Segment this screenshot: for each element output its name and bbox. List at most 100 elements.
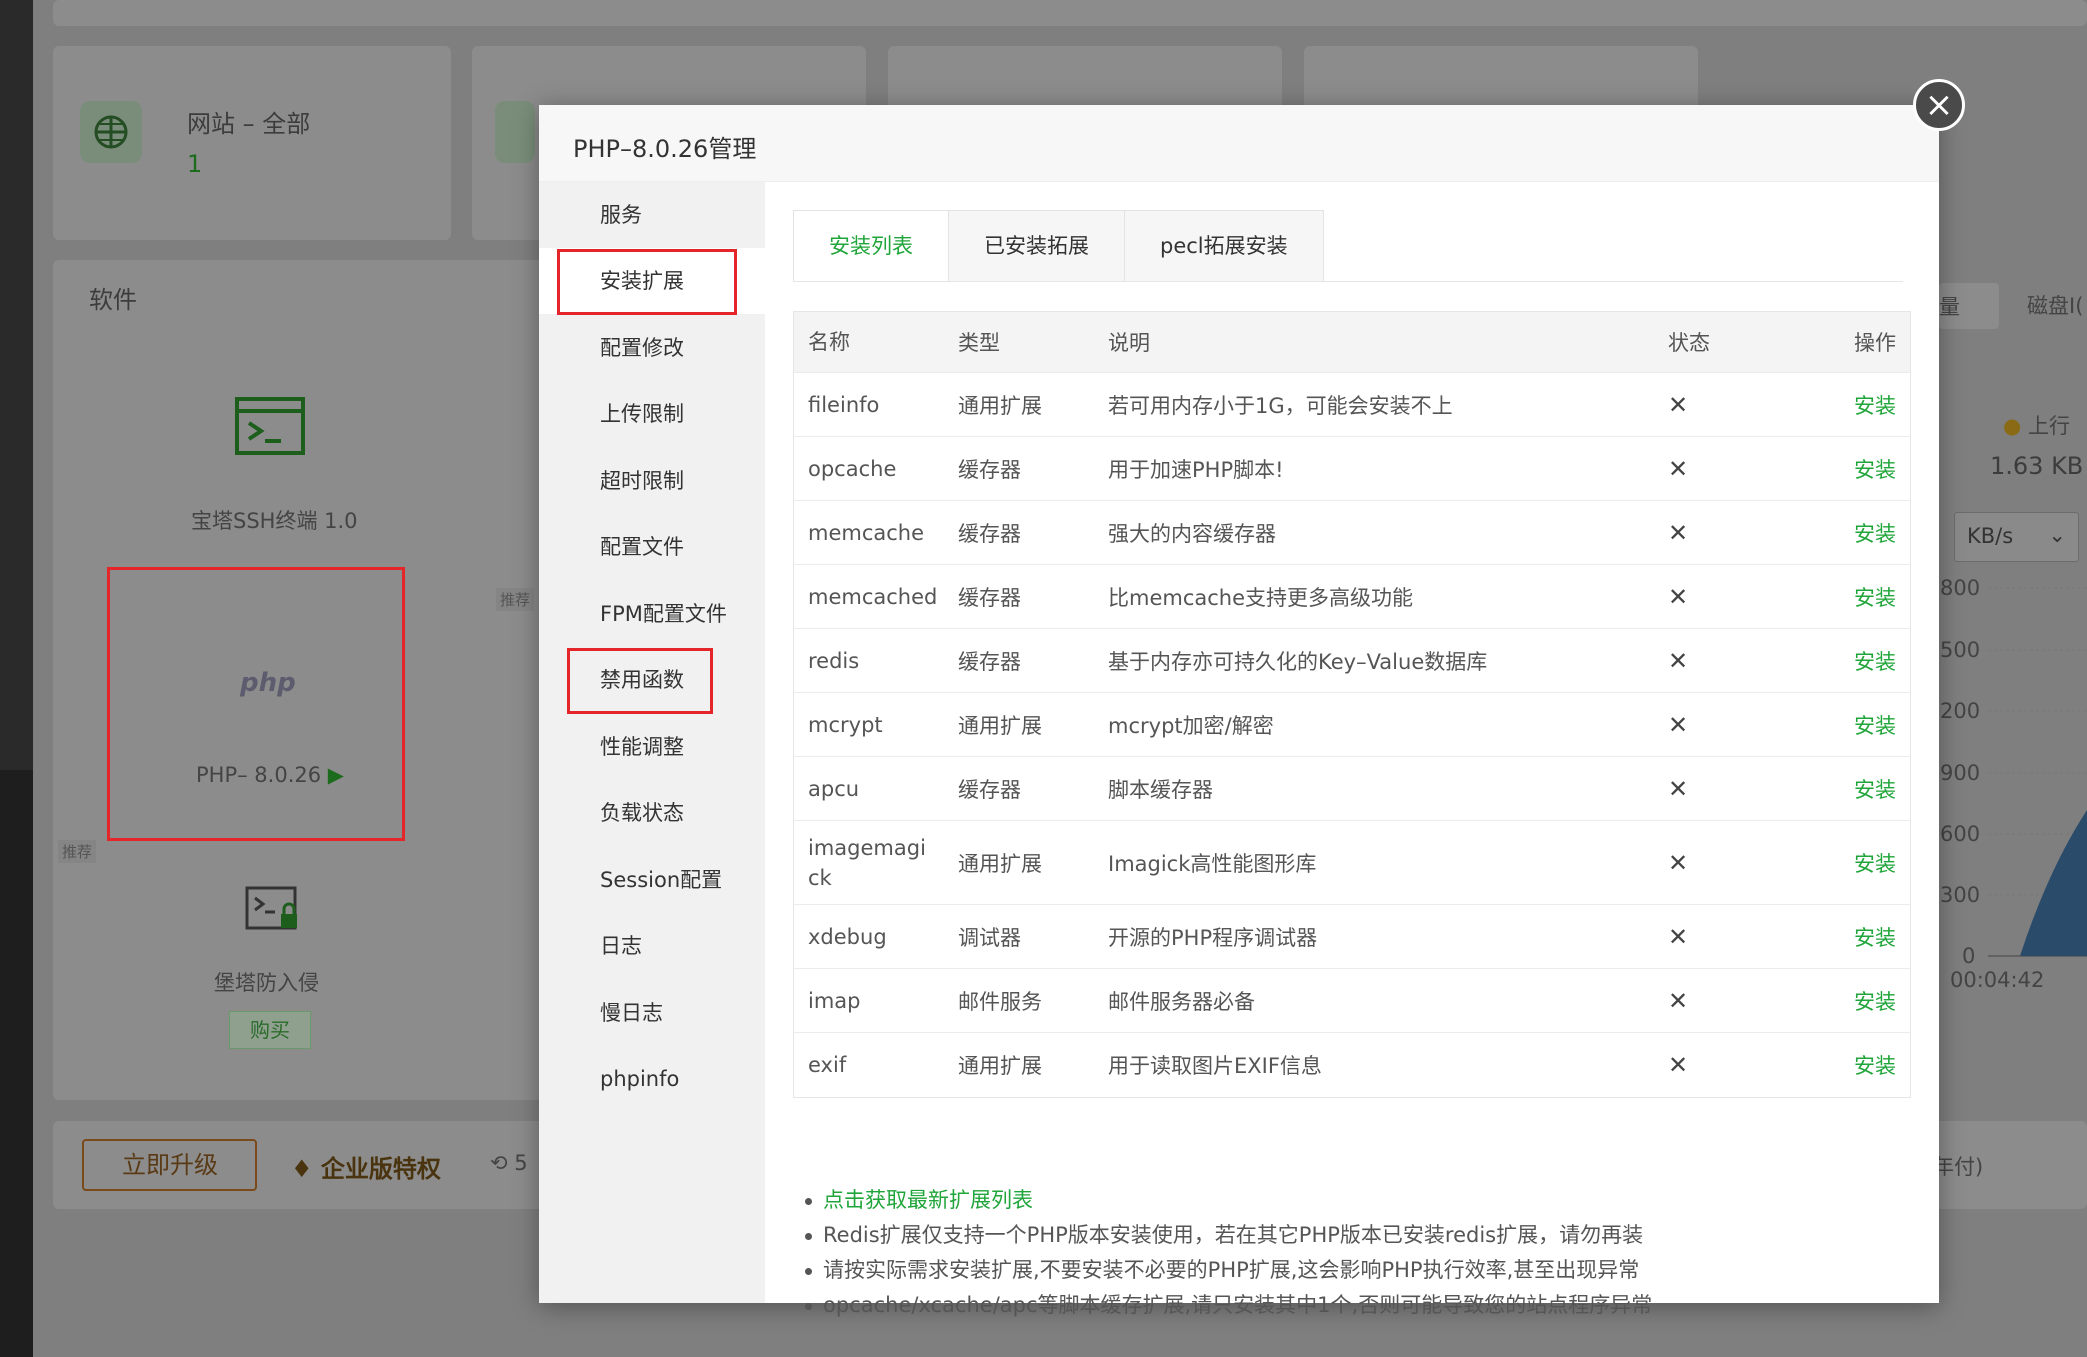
app-name-intrusion: 堡塔防入侵 bbox=[214, 971, 319, 995]
cell-name: apcu bbox=[808, 776, 860, 801]
tabs-divider bbox=[793, 281, 1903, 282]
y-tick: 300 bbox=[1940, 883, 1981, 907]
terminal-icon[interactable] bbox=[235, 397, 305, 459]
refresh-extension-list-link[interactable]: 点击获取最新扩展列表 bbox=[803, 1183, 1652, 1218]
close-icon[interactable]: × bbox=[1913, 79, 1965, 131]
status-x-icon: ✕ bbox=[1668, 848, 1689, 877]
install-button[interactable]: 安装 bbox=[1804, 454, 1910, 484]
note-item: Redis扩展仅支持一个PHP版本安装使用，若在其它PHP版本已安装redis扩… bbox=[803, 1218, 1652, 1253]
install-button[interactable]: 安装 bbox=[1804, 922, 1910, 952]
buy-button[interactable]: 购买 bbox=[229, 1011, 311, 1049]
cell-type: 缓存器 bbox=[958, 777, 1021, 802]
note-item: 请按实际需求安装扩展,不要安装不必要的PHP扩展,这会影响PHP执行效率,甚至出… bbox=[803, 1253, 1652, 1288]
menu-item-session-config[interactable]: Session配置 bbox=[539, 847, 765, 913]
menu-item-install-extension[interactable]: 安装扩展 bbox=[539, 248, 765, 314]
install-button[interactable]: 安装 bbox=[1804, 518, 1910, 548]
unit-select[interactable]: KB/s ⌄ bbox=[1954, 512, 2079, 562]
top-bar bbox=[53, 0, 2087, 26]
tab-traffic-partial[interactable]: 量 bbox=[1939, 283, 1999, 329]
menu-item-upload-limit[interactable]: 上传限制 bbox=[539, 381, 765, 447]
status-x-icon: ✕ bbox=[1668, 774, 1689, 803]
cell-desc: mcrypt加密/解密 bbox=[1108, 713, 1274, 738]
status-x-icon: ✕ bbox=[1668, 518, 1689, 547]
traffic-value: 1.63 KB bbox=[1990, 452, 2084, 480]
database-icon bbox=[495, 101, 535, 163]
install-button[interactable]: 安装 bbox=[1804, 646, 1910, 676]
cell-desc: 用于读取图片EXIF信息 bbox=[1108, 1054, 1322, 1078]
traffic-legend: ● 上行 bbox=[2003, 414, 2071, 438]
menu-item-phpinfo[interactable]: phpinfo bbox=[539, 1046, 765, 1112]
table-row: memcache 缓存器 强大的内容缓存器 ✕ 安装 bbox=[794, 501, 1910, 565]
cell-type: 通用扩展 bbox=[958, 1054, 1042, 1078]
software-title: 软件 bbox=[89, 286, 137, 314]
cell-name: exif bbox=[808, 1053, 847, 1077]
cell-type: 缓存器 bbox=[958, 585, 1021, 610]
install-button[interactable]: 安装 bbox=[1804, 1050, 1910, 1080]
table-row: mcrypt 通用扩展 mcrypt加密/解密 ✕ 安装 bbox=[794, 693, 1910, 757]
app-name-php[interactable]: PHP– 8.0.26 ▶ bbox=[196, 763, 344, 787]
notes-list: 点击获取最新扩展列表 Redis扩展仅支持一个PHP版本安装使用，若在其它PHP… bbox=[803, 1183, 1652, 1323]
cell-type: 通用扩展 bbox=[958, 713, 1042, 738]
menu-item-timeout-limit[interactable]: 超时限制 bbox=[539, 448, 765, 514]
traffic-area bbox=[2020, 810, 2087, 956]
menu-item-slow-log[interactable]: 慢日志 bbox=[539, 980, 765, 1046]
cell-name: mcrypt bbox=[808, 712, 883, 737]
menu-item-service[interactable]: 服务 bbox=[539, 182, 765, 248]
install-button[interactable]: 安装 bbox=[1804, 582, 1910, 612]
header-op: 操作 bbox=[1854, 331, 1896, 355]
menu-item-log[interactable]: 日志 bbox=[539, 913, 765, 979]
tab-pecl-install[interactable]: pecl拓展安装 bbox=[1124, 210, 1324, 282]
stat-card-title: 网站 – 全部 bbox=[187, 110, 311, 138]
stat-card-sites[interactable]: 网站 – 全部 1 bbox=[53, 46, 451, 240]
menu-item-load-status[interactable]: 负载状态 bbox=[539, 780, 765, 846]
y-tick: 200 bbox=[1940, 699, 1981, 723]
cell-name: fileinfo bbox=[808, 392, 880, 417]
menu-item-config-file[interactable]: 配置文件 bbox=[539, 514, 765, 580]
cell-name: imap bbox=[808, 988, 861, 1013]
install-button[interactable]: 安装 bbox=[1804, 710, 1910, 740]
php-app-highlight[interactable]: php PHP– 8.0.26 ▶ bbox=[107, 567, 405, 841]
install-button[interactable]: 安装 bbox=[1804, 774, 1910, 804]
cell-desc: 比memcache支持更多高级功能 bbox=[1108, 585, 1414, 610]
upgrade-button[interactable]: 立即升级 bbox=[82, 1139, 257, 1191]
status-x-icon: ✕ bbox=[1668, 390, 1689, 419]
stat-card-value[interactable]: 1 bbox=[187, 150, 202, 178]
menu-item-disabled-functions[interactable]: 禁用函数 bbox=[539, 647, 765, 713]
status-x-icon: ✕ bbox=[1668, 922, 1689, 951]
extension-table: 名称 类型 说明 状态 操作 fileinfo 通用扩展 若可用内存小于1G，可能会… bbox=[793, 311, 1911, 1098]
enterprise-label[interactable]: ♦ 企业版特权 bbox=[291, 1149, 441, 1184]
php-manage-dialog: PHP–8.0.26管理 服务 安装扩展 配置修改 上传限制 超时限制 配置文件… bbox=[539, 105, 1939, 1317]
chevron-down-icon: ⌄ bbox=[2048, 523, 2066, 547]
diamond-icon: ♦ bbox=[291, 1155, 313, 1183]
status-x-icon: ✕ bbox=[1668, 1051, 1689, 1079]
cell-name: imagemagick bbox=[808, 835, 926, 890]
menu-item-config-edit[interactable]: 配置修改 bbox=[539, 315, 765, 381]
header-state: 状态 bbox=[1668, 331, 1710, 355]
menu-item-fpm-config[interactable]: FPM配置文件 bbox=[539, 581, 765, 647]
install-button[interactable]: 安装 bbox=[1804, 848, 1910, 878]
tab-install-list[interactable]: 安装列表 bbox=[793, 210, 949, 282]
cell-type: 邮件服务 bbox=[958, 989, 1042, 1014]
cell-desc: 强大的内容缓存器 bbox=[1108, 521, 1276, 546]
cell-name: xdebug bbox=[808, 924, 887, 949]
left-sidebar-strip bbox=[0, 0, 33, 1357]
play-icon[interactable]: ▶ bbox=[328, 763, 344, 787]
cell-type: 缓存器 bbox=[958, 457, 1021, 482]
cell-desc: 基于内存亦可持久化的Key–Value数据库 bbox=[1108, 649, 1488, 674]
tab-installed-extensions[interactable]: 已安装拓展 bbox=[948, 210, 1125, 282]
terminal-lock-icon[interactable] bbox=[245, 886, 301, 936]
cell-desc: 若可用内存小于1G，可能会安装不上 bbox=[1108, 393, 1453, 418]
cell-desc: 用于加速PHP脚本! bbox=[1108, 457, 1284, 482]
cell-type: 缓存器 bbox=[958, 521, 1021, 546]
recommend-tag: 推荐 bbox=[58, 840, 97, 863]
cell-desc: 开源的PHP程序调试器 bbox=[1108, 925, 1318, 950]
menu-item-performance[interactable]: 性能调整 bbox=[539, 714, 765, 780]
table-row: imagemagick 通用扩展 Imagick高性能图形库 ✕ 安装 bbox=[794, 821, 1910, 905]
install-button[interactable]: 安装 bbox=[1804, 390, 1910, 420]
status-x-icon: ✕ bbox=[1668, 710, 1689, 739]
table-row: fileinfo 通用扩展 若可用内存小于1G，可能会安装不上 ✕ 安装 bbox=[794, 373, 1910, 437]
tab-disk-io[interactable]: 磁盘I( bbox=[2027, 290, 2087, 320]
install-button[interactable]: 安装 bbox=[1804, 986, 1910, 1016]
header-desc: 说明 bbox=[1108, 331, 1150, 355]
software-panel: 软件 宝塔SSH终端 1.0 php PHP– 8.0.26 ▶ 推荐 堡塔防入… bbox=[53, 260, 573, 1100]
